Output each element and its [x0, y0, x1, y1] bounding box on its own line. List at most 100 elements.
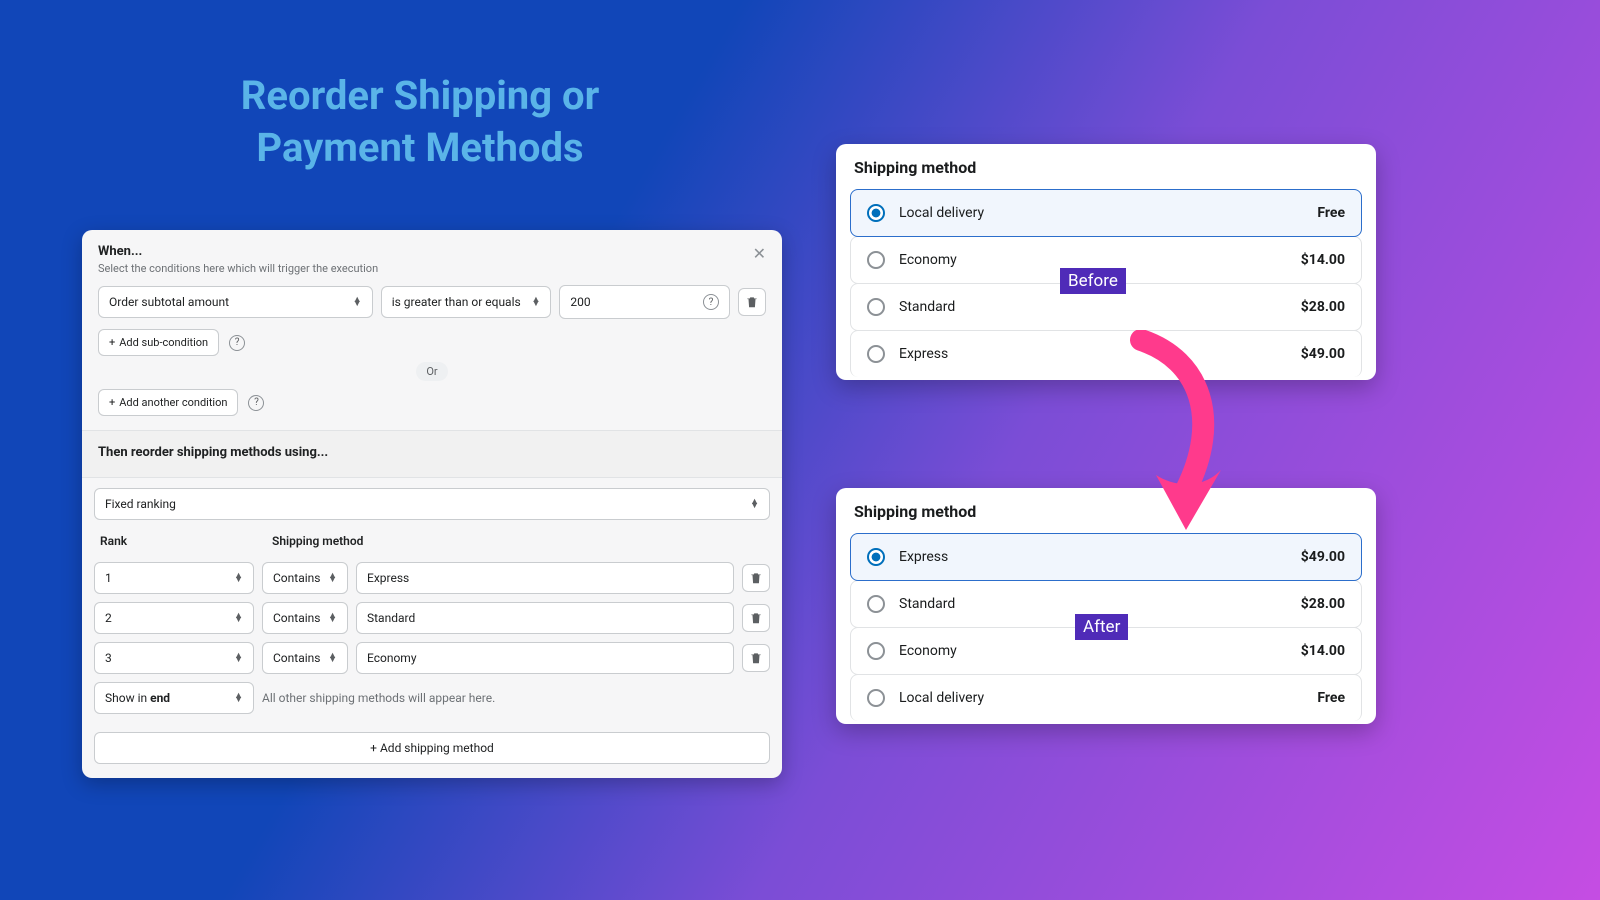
shipping-option[interactable]: Express $49.00	[850, 533, 1362, 581]
match-select[interactable]: Contains	[262, 642, 348, 674]
after-badge: After	[1075, 614, 1128, 640]
rank-row: 1 Contains Express	[82, 558, 782, 598]
method-input[interactable]: Express	[356, 562, 734, 594]
arrow-icon	[1126, 330, 1246, 540]
option-name: Express	[899, 549, 948, 565]
option-name: Local delivery	[899, 690, 984, 706]
option-name: Standard	[899, 596, 955, 612]
delete-row-button[interactable]	[742, 604, 770, 632]
add-sub-label: Add sub-condition	[119, 336, 208, 349]
radio-icon	[867, 298, 885, 316]
add-another-condition-button[interactable]: + Add another condition	[98, 389, 238, 416]
option-price: $14.00	[1301, 643, 1345, 659]
match-select[interactable]: Contains	[262, 602, 348, 634]
option-price: $49.00	[1301, 549, 1345, 565]
shipping-method-heading: Shipping method	[850, 502, 1362, 521]
stepper-icon	[234, 574, 243, 583]
condition-field-value: Order subtotal amount	[109, 295, 229, 309]
stepper-icon	[328, 574, 337, 583]
rank-row: 3 Contains Economy	[82, 638, 782, 678]
rank-table-header: Rank Shipping method	[82, 520, 782, 558]
close-icon[interactable]: ✕	[753, 244, 766, 263]
ranking-mode-select[interactable]: Fixed ranking	[94, 488, 770, 520]
trash-icon	[749, 651, 763, 665]
radio-icon	[867, 689, 885, 707]
stepper-icon	[328, 614, 337, 623]
radio-icon	[867, 642, 885, 660]
rank-value: 1	[105, 571, 112, 585]
option-price: $14.00	[1301, 252, 1345, 268]
radio-icon	[867, 204, 885, 222]
method-input[interactable]: Standard	[356, 602, 734, 634]
delete-row-button[interactable]	[742, 564, 770, 592]
add-shipping-label: Add shipping method	[380, 741, 494, 755]
shipping-option[interactable]: Local delivery Free	[850, 189, 1362, 237]
condition-value-text: 200	[570, 295, 590, 309]
method-value: Standard	[367, 611, 415, 625]
shipping-option[interactable]: Express $49.00	[850, 330, 1362, 377]
col-rank: Rank	[100, 534, 272, 548]
radio-icon	[867, 548, 885, 566]
show-in-end-select[interactable]: Show in end	[94, 682, 254, 714]
match-value: Contains	[273, 611, 320, 625]
option-name: Standard	[899, 299, 955, 315]
rank-value: 2	[105, 611, 112, 625]
add-another-label: Add another condition	[119, 396, 227, 409]
option-price: Free	[1317, 690, 1345, 706]
stepper-icon	[234, 654, 243, 663]
when-subtext: Select the conditions here which will tr…	[98, 262, 766, 275]
option-name: Economy	[899, 252, 957, 268]
plus-icon: +	[370, 741, 377, 755]
col-method: Shipping method	[272, 534, 363, 548]
show-in-end-row: Show in end All other shipping methods w…	[82, 678, 782, 722]
shipping-option[interactable]: Local delivery Free	[850, 674, 1362, 721]
delete-row-button[interactable]	[742, 644, 770, 672]
stepper-icon	[531, 298, 540, 307]
plus-icon: +	[109, 396, 115, 409]
stepper-icon	[234, 694, 243, 703]
show-in-end-hint: All other shipping methods will appear h…	[262, 691, 770, 705]
match-value: Contains	[273, 571, 320, 585]
radio-icon	[867, 251, 885, 269]
when-heading: When...	[98, 244, 766, 259]
stepper-icon	[234, 614, 243, 623]
stepper-icon	[750, 500, 759, 509]
show-in-end-label: Show in end	[105, 691, 170, 705]
rank-select[interactable]: 2	[94, 602, 254, 634]
match-select[interactable]: Contains	[262, 562, 348, 594]
option-name: Local delivery	[899, 205, 984, 221]
option-price: $49.00	[1301, 346, 1345, 362]
condition-field-select[interactable]: Order subtotal amount	[98, 286, 373, 318]
option-price: $28.00	[1301, 299, 1345, 315]
add-sub-condition-button[interactable]: + Add sub-condition	[98, 329, 219, 356]
option-name: Express	[899, 346, 948, 362]
option-name: Economy	[899, 643, 957, 659]
ranking-mode-value: Fixed ranking	[105, 497, 176, 511]
condition-operator-value: is greater than or equals	[392, 295, 521, 309]
before-badge: Before	[1060, 268, 1126, 294]
option-price: Free	[1317, 205, 1345, 221]
help-icon[interactable]: ?	[248, 395, 264, 411]
delete-condition-button[interactable]	[738, 288, 766, 316]
method-input[interactable]: Economy	[356, 642, 734, 674]
trash-icon	[745, 295, 759, 309]
then-heading: Then reorder shipping methods using...	[98, 445, 766, 460]
condition-value-input[interactable]: 200 ?	[559, 285, 730, 319]
rank-select[interactable]: 1	[94, 562, 254, 594]
help-icon[interactable]: ?	[229, 335, 245, 351]
stepper-icon	[353, 298, 362, 307]
shipping-method-heading: Shipping method	[850, 158, 1362, 177]
rank-row: 2 Contains Standard	[82, 598, 782, 638]
condition-operator-select[interactable]: is greater than or equals	[381, 286, 552, 318]
shipping-method-after-card: Shipping method Express $49.00 Standard …	[836, 488, 1376, 724]
stepper-icon	[328, 654, 337, 663]
match-value: Contains	[273, 651, 320, 665]
plus-icon: +	[109, 336, 115, 349]
radio-icon	[867, 345, 885, 363]
add-shipping-method-button[interactable]: + Add shipping method	[94, 732, 770, 764]
rank-select[interactable]: 3	[94, 642, 254, 674]
shipping-method-before-card: Shipping method Local delivery Free Econ…	[836, 144, 1376, 380]
help-icon[interactable]: ?	[703, 294, 719, 310]
page-title: Reorder Shipping or Payment Methods	[190, 70, 650, 174]
trash-icon	[749, 611, 763, 625]
